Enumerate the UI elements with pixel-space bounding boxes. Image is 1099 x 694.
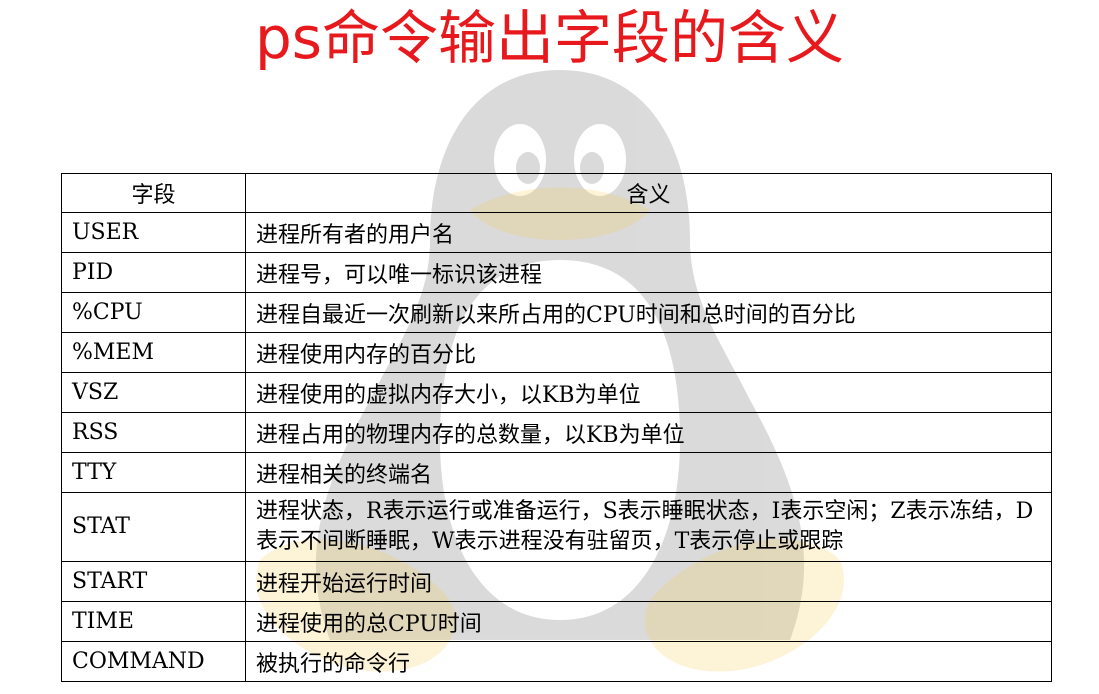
- field-cell: STAT: [61, 492, 246, 562]
- field-cell: USER: [61, 212, 246, 253]
- table-row: %MEM 进程使用内存的百分比: [61, 332, 1052, 373]
- meaning-cell: 进程使用的虚拟内存大小，以KB为单位: [245, 372, 1052, 413]
- meaning-cell: 进程所有者的用户名: [245, 212, 1052, 253]
- table-row: PID 进程号，可以唯一标识该进程: [61, 252, 1052, 293]
- table-row: %CPU 进程自最近一次刷新以来所占用的CPU时间和总时间的百分比: [61, 292, 1052, 333]
- table-row: STAT 进程状态，R表示运行或准备运行，S表示睡眠状态，I表示空闲；Z表示冻结…: [61, 492, 1052, 562]
- field-cell: START: [61, 561, 246, 602]
- meaning-cell: 进程状态，R表示运行或准备运行，S表示睡眠状态，I表示空闲；Z表示冻结，D表示不…: [245, 492, 1052, 562]
- table-row: TIME 进程使用的总CPU时间: [61, 601, 1052, 642]
- table-row: VSZ 进程使用的虚拟内存大小，以KB为单位: [61, 372, 1052, 413]
- field-cell: RSS: [61, 412, 246, 453]
- table-header-row: 字段 含义: [61, 173, 1052, 213]
- field-cell: TIME: [61, 601, 246, 642]
- meaning-cell: 进程相关的终端名: [245, 452, 1052, 493]
- field-cell: COMMAND: [61, 641, 246, 682]
- meaning-cell: 进程占用的物理内存的总数量，以KB为单位: [245, 412, 1052, 453]
- field-cell: PID: [61, 252, 246, 293]
- field-cell: TTY: [61, 452, 246, 493]
- table-row: RSS 进程占用的物理内存的总数量，以KB为单位: [61, 412, 1052, 453]
- ps-fields-table: 字段 含义 USER 进程所有者的用户名 PID 进程号，可以唯一标识该进程 %…: [61, 173, 1052, 682]
- meaning-cell: 进程使用内存的百分比: [245, 332, 1052, 373]
- field-cell: %MEM: [61, 332, 246, 373]
- table-row: TTY 进程相关的终端名: [61, 452, 1052, 493]
- meaning-cell: 进程号，可以唯一标识该进程: [245, 252, 1052, 293]
- table-row: START 进程开始运行时间: [61, 561, 1052, 602]
- meaning-cell: 进程使用的总CPU时间: [245, 601, 1052, 642]
- header-meaning: 含义: [245, 173, 1052, 213]
- field-cell: %CPU: [61, 292, 246, 333]
- meaning-cell: 被执行的命令行: [245, 641, 1052, 682]
- meaning-cell: 进程自最近一次刷新以来所占用的CPU时间和总时间的百分比: [245, 292, 1052, 333]
- header-field: 字段: [61, 173, 246, 213]
- field-cell: VSZ: [61, 372, 246, 413]
- table-row: USER 进程所有者的用户名: [61, 212, 1052, 253]
- table-row: COMMAND 被执行的命令行: [61, 641, 1052, 682]
- page-title: ps命令输出字段的含义: [254, 4, 845, 72]
- meaning-cell: 进程开始运行时间: [245, 561, 1052, 602]
